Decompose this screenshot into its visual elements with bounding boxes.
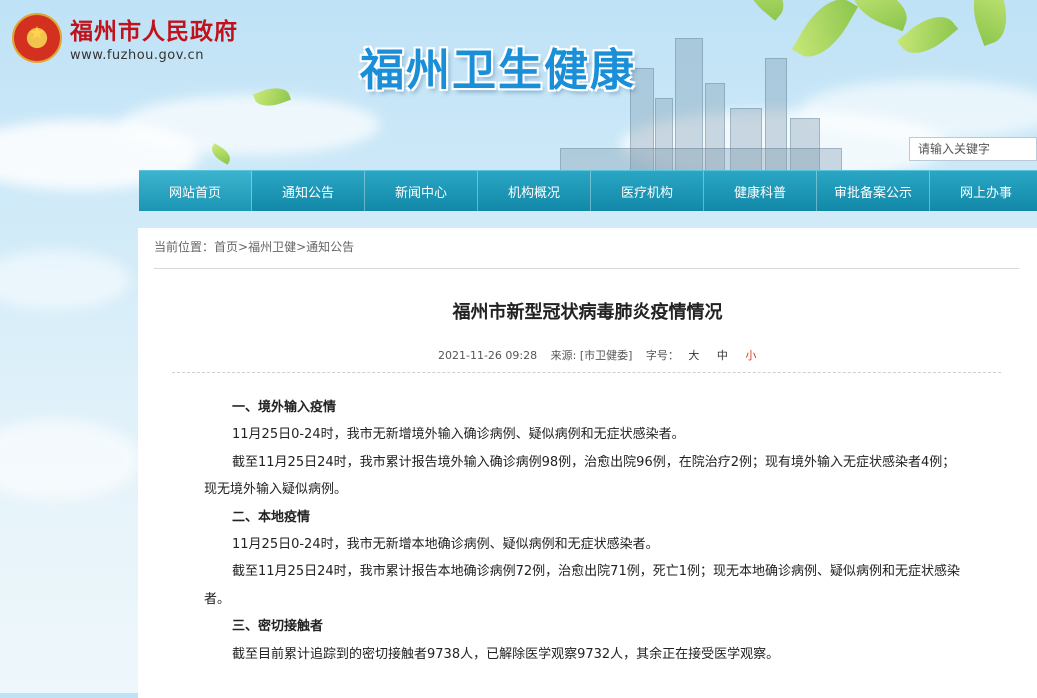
font-size-label: 字号： [645, 349, 679, 362]
divider [172, 372, 1001, 373]
font-size-large-button[interactable]: 大 [688, 349, 699, 362]
paragraph: 11月25日0-24时，我市无新增本地确诊病例、疑似病例和无症状感染者。 [232, 537, 659, 553]
search-box [909, 137, 1037, 161]
nav-item-notices[interactable]: 通知公告 [252, 171, 365, 211]
breadcrumb-fuzhou-health[interactable]: 福州卫健 [248, 240, 296, 254]
national-emblem-icon [12, 12, 62, 63]
breadcrumb-separator: > [238, 240, 249, 254]
article-meta: 2021-11-26 09:28 来源: [市卫健委] 字号： 大 中 小 [438, 347, 756, 363]
search-input[interactable] [910, 138, 1036, 160]
breadcrumb-separator: > [296, 240, 307, 254]
breadcrumb: 当前位置：首页>福州卫健>通知公告 [154, 238, 354, 255]
font-size-small-button[interactable]: 小 [745, 349, 756, 362]
cloud-decoration [0, 250, 130, 310]
article-body: 一、境外输入疫情 11月25日0-24时，我市无新增境外输入确诊病例、疑似病例和… [204, 394, 964, 668]
section-heading: 一、境外输入疫情 [232, 400, 337, 415]
nav-item-organization[interactable]: 机构概况 [478, 171, 591, 211]
breadcrumb-home[interactable]: 首页 [214, 240, 238, 254]
cloud-decoration [120, 95, 380, 155]
paragraph: 截至11月25日24时，我市累计报告本地确诊病例72例，治愈出院71例，死亡1例… [204, 564, 960, 607]
banner-title: 福州卫生健康 [360, 45, 636, 96]
nav-item-news[interactable]: 新闻中心 [365, 171, 478, 211]
nav-item-health-education[interactable]: 健康科普 [704, 171, 817, 211]
paragraph: 截至目前累计追踪到的密切接触者9738人，已解除医学观察9732人，其余正在接受… [232, 646, 780, 662]
breadcrumb-notices[interactable]: 通知公告 [306, 240, 354, 254]
paragraph: 截至11月25日24时，我市累计报告境外输入确诊病例98例，治愈出院96例，在院… [204, 454, 956, 498]
nav-item-home[interactable]: 网站首页 [139, 171, 252, 211]
section-heading: 三、密切接触者 [232, 619, 324, 635]
breadcrumb-prefix: 当前位置： [154, 240, 215, 254]
font-size-medium-button[interactable]: 中 [717, 349, 728, 362]
nav-item-medical-institutions[interactable]: 医疗机构 [591, 171, 704, 211]
nav-item-online-services[interactable]: 网上办事 [930, 171, 1037, 211]
nav-item-approval-publicity[interactable]: 审批备案公示 [817, 171, 930, 211]
article-title: 福州市新型冠状病毒肺炎疫情情况 [452, 302, 723, 323]
site-url: www.fuzhou.gov.cn [70, 48, 204, 63]
cloud-decoration [0, 420, 140, 500]
content-panel: 当前位置：首页>福州卫健>通知公告 福州市新型冠状病毒肺炎疫情情况 2021-1… [138, 228, 1037, 698]
leaf-decoration [846, 0, 914, 32]
site-logo[interactable]: 福州市人民政府 www.fuzhou.gov.cn [12, 12, 238, 63]
site-name: 福州市人民政府 [70, 18, 238, 45]
divider [154, 268, 1019, 269]
paragraph: 11月25日0-24时，我市无新增境外输入确诊病例、疑似病例和无症状感染者。 [232, 427, 685, 443]
leaf-decoration [736, 0, 794, 21]
leaf-decoration [963, 0, 1017, 47]
publish-date: 2021-11-26 09:28 [438, 349, 538, 362]
main-nav: 网站首页 通知公告 新闻中心 机构概况 医疗机构 健康科普 审批备案公示 网上办… [139, 170, 1037, 211]
article-source: 来源: [市卫健委] [550, 349, 633, 362]
section-heading: 二、本地疫情 [232, 509, 311, 525]
